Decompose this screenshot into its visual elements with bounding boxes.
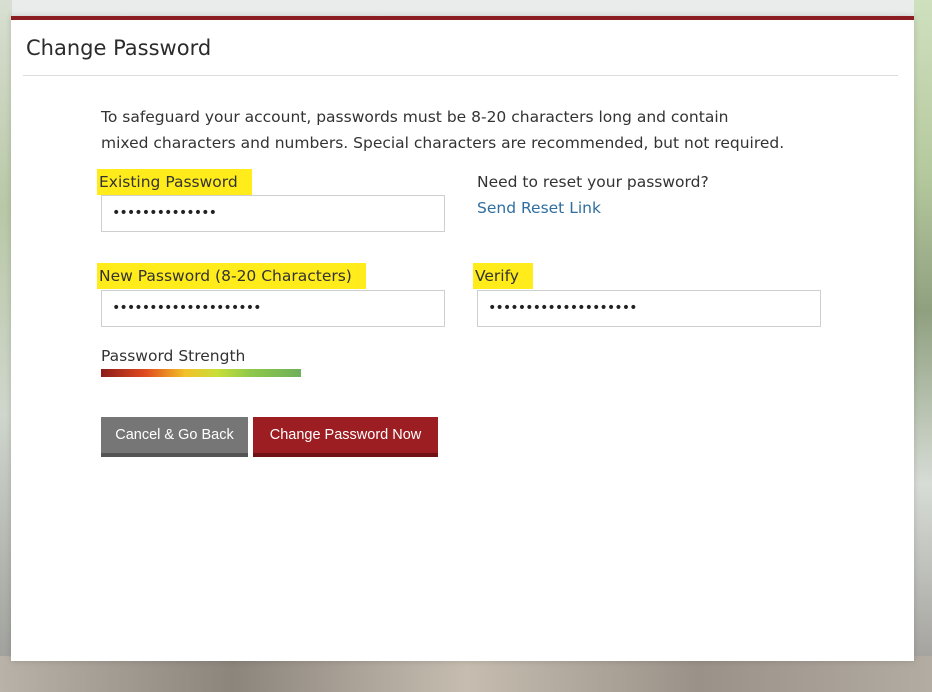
reset-question: Need to reset your password? [477,173,709,191]
new-password-label: New Password (8-20 Characters) [97,263,366,289]
modal-title: Change Password [26,36,212,60]
cancel-button[interactable]: Cancel & Go Back [101,417,248,457]
title-divider [23,75,898,76]
intro-text: To safeguard your account, passwords mus… [101,104,801,156]
background-right [914,0,932,692]
new-password-input[interactable]: •••••••••••••••••••• [101,290,445,327]
change-password-modal: Change Password To safeguard your accoun… [11,16,914,661]
verify-label: Verify [473,263,533,289]
verify-password-input[interactable]: •••••••••••••••••••• [477,290,821,327]
change-password-button[interactable]: Change Password Now [253,417,438,457]
verify-label-text: Verify [473,263,533,289]
new-password-label-text: New Password (8-20 Characters) [97,263,366,289]
password-strength-meter [101,369,301,377]
background-bottom [0,656,932,692]
intro-line-2: mixed characters and numbers. Special ch… [101,134,785,152]
intro-line-1: To safeguard your account, passwords mus… [101,108,729,126]
existing-password-label: Existing Password [97,169,252,195]
send-reset-link[interactable]: Send Reset Link [477,199,601,217]
existing-password-input[interactable]: •••••••••••••• [101,195,445,232]
password-strength-label: Password Strength [101,347,246,365]
existing-password-label-text: Existing Password [97,169,252,195]
